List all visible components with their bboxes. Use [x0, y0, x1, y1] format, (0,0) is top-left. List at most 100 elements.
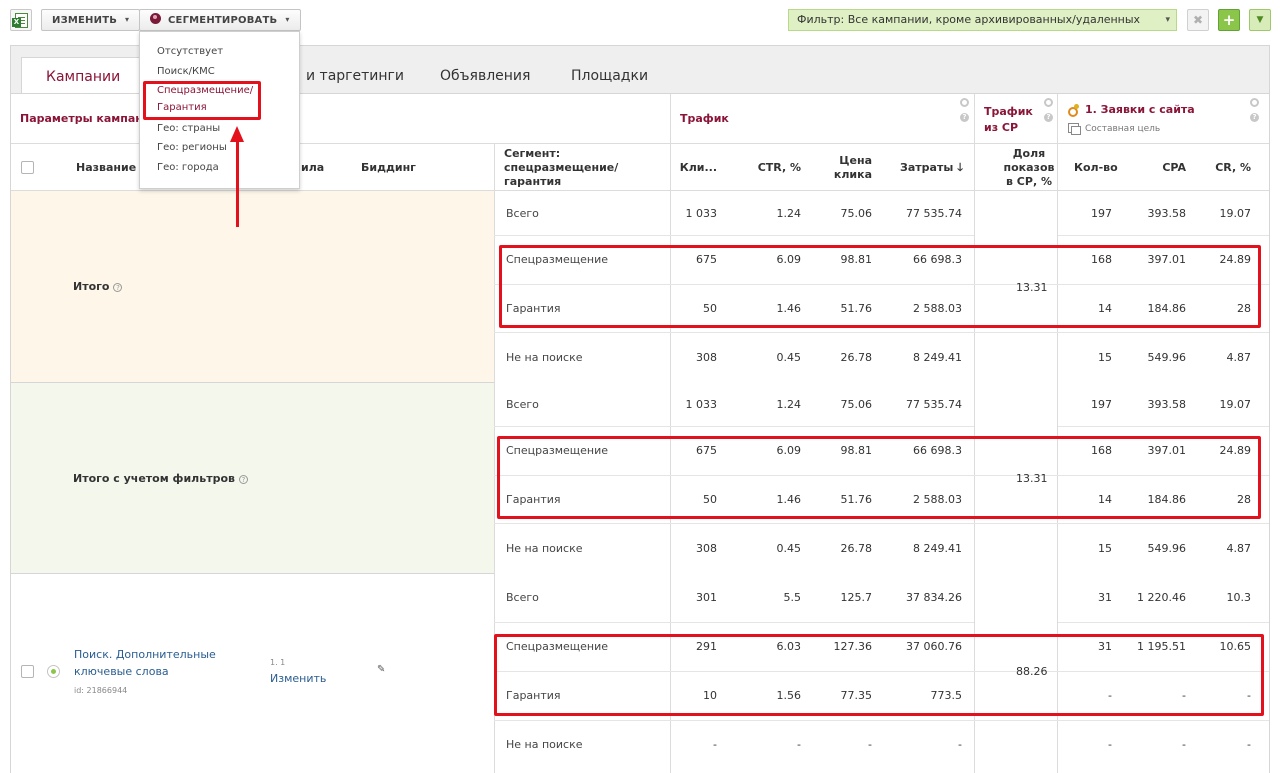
goal-group-title: 1. Заявки с сайта [1085, 103, 1195, 116]
edit-button[interactable]: ИЗМЕНИТЬ ▾ [41, 9, 141, 31]
campaign-name-line1: Поиск. Дополнительные [74, 648, 216, 661]
col-ctr[interactable]: CTR, % [731, 161, 801, 175]
divider [494, 235, 974, 236]
cpc-cell: - [868, 738, 872, 751]
sp-traffic-group-title: Трафик из СР [984, 105, 1033, 134]
excel-x-icon: X [12, 18, 21, 27]
ctr-cell: 1.24 [776, 398, 802, 411]
cpa-cell: 393.58 [1147, 207, 1187, 220]
cost-cell: 37 834.26 [906, 591, 962, 604]
segment-button[interactable]: СЕГМЕНТИРОВАТЬ ▾ [139, 9, 301, 31]
cost-cell: 77 535.74 [906, 398, 962, 411]
params-group-title: Параметры кампании [20, 112, 159, 125]
clicks-cell: - [713, 738, 717, 751]
col-name[interactable]: Название [76, 161, 136, 175]
cr-cell: 4.87 [1226, 351, 1252, 364]
col-cost-label: Затраты [900, 161, 954, 174]
clicks-cell: 1 033 [685, 207, 718, 220]
ctr-cell: 5.5 [783, 591, 802, 604]
globe-icon [150, 13, 161, 24]
col-segment[interactable]: Сегмент: спецразмещение/ гарантия [504, 147, 619, 189]
count-cell: 197 [1091, 207, 1112, 220]
cr-cell: 19.07 [1219, 398, 1252, 411]
campaign-table: Параметры кампании Трафик ? Трафик из СР… [10, 93, 1270, 773]
tab-campaigns[interactable]: Кампании [21, 57, 146, 96]
ctr-cell: 0.45 [776, 542, 802, 555]
filtered-total-label-text: Итого с учетом фильтров [73, 472, 235, 485]
help-icon[interactable]: ? [238, 475, 248, 484]
segment-cell: Не на поиске [506, 738, 583, 751]
clicks-cell: 1 033 [685, 398, 718, 411]
cost-cell: 8 249.41 [913, 542, 962, 555]
total-label-text: Итого [73, 280, 110, 293]
rules-edit-link[interactable]: Изменить [270, 672, 326, 685]
col-clicks[interactable]: Кли... [671, 161, 717, 175]
cpc-cell: 75.06 [840, 207, 873, 220]
count-cell: 15 [1098, 351, 1112, 364]
help-icon[interactable]: ? [1044, 113, 1053, 122]
campaign-name-link[interactable]: Поиск. Дополнительные ключевые слова [74, 646, 216, 680]
col-bidding[interactable]: Биддинг [361, 161, 416, 175]
add-filter-button[interactable]: + [1218, 9, 1240, 31]
arrow-shaft [236, 140, 239, 227]
ctr-cell: - [797, 738, 801, 751]
divider [494, 720, 1269, 721]
help-icon[interactable]: ? [113, 283, 123, 292]
filter-menu-button[interactable]: ▼ [1249, 9, 1271, 31]
col-cost[interactable]: Затраты 🡓 [881, 161, 963, 175]
help-icon[interactable]: ? [1250, 113, 1259, 122]
help-icon[interactable]: ? [960, 113, 969, 122]
menu-item-geo-regions[interactable]: Гео: регионы [157, 139, 227, 156]
tab-placements[interactable]: Площадки [547, 57, 672, 95]
menu-item-geo-cities[interactable]: Гео: города [157, 159, 219, 176]
clicks-cell: 301 [696, 591, 717, 604]
gear-icon[interactable] [1044, 98, 1053, 107]
count-cell: 15 [1098, 542, 1112, 555]
gear-icon[interactable] [960, 98, 969, 107]
cpa-cell: 393.58 [1147, 398, 1187, 411]
divider [1058, 622, 1269, 623]
cr-cell: 19.07 [1219, 207, 1252, 220]
campaign-checkbox[interactable] [21, 665, 34, 678]
segment-button-label: СЕГМЕНТИРОВАТЬ [168, 15, 278, 26]
col-cr[interactable]: CR, % [1201, 161, 1251, 175]
divider [494, 622, 974, 623]
col-rules[interactable]: ила [301, 161, 324, 175]
filter-text: Фильтр: Все кампании, кроме архивированн… [797, 13, 1141, 26]
segment-cell: Всего [506, 207, 539, 220]
clear-filter-button[interactable]: ✖ [1187, 9, 1209, 31]
tab-targetings[interactable]: и таргетинги [282, 57, 428, 95]
tab-ads[interactable]: Объявления [416, 57, 554, 95]
col-cpc[interactable]: Цена клика [826, 154, 872, 182]
menu-item-search-network[interactable]: Поиск/КМС [157, 63, 215, 80]
clicks-cell: 308 [696, 351, 717, 364]
pencil-icon[interactable]: ✎ [377, 664, 385, 675]
col-sp-share[interactable]: Доля показов в СР, % [999, 147, 1059, 189]
menu-item-geo-countries[interactable]: Гео: страны [157, 120, 220, 137]
campaign-name-line2: ключевые слова [74, 665, 169, 678]
campaign-status-icon[interactable] [47, 665, 60, 678]
segment-cell: Всего [506, 591, 539, 604]
highlight-box [143, 81, 261, 120]
goal-icon [1068, 104, 1079, 117]
cpc-cell: 26.78 [840, 351, 873, 364]
chevron-down-icon: ▾ [285, 15, 290, 24]
segment-cell: Всего [506, 398, 539, 411]
cpa-cell: 549.96 [1147, 542, 1187, 555]
cr-cell: 10.3 [1226, 591, 1252, 604]
cr-cell: - [1247, 738, 1251, 751]
cr-cell: 4.87 [1226, 542, 1252, 555]
traffic-group-title: Трафик [680, 112, 729, 125]
divider [1058, 426, 1269, 427]
excel-export-button[interactable]: X [10, 9, 32, 31]
select-all-checkbox[interactable] [21, 161, 34, 174]
cost-cell: 8 249.41 [913, 351, 962, 364]
col-count[interactable]: Кол-во [1074, 161, 1118, 175]
menu-item-none[interactable]: Отсутствует [157, 43, 223, 60]
segment-cell: Не на поиске [506, 351, 583, 364]
col-cpa[interactable]: CPA [1141, 161, 1186, 175]
highlight-box [494, 634, 1264, 716]
filter-select[interactable]: Фильтр: Все кампании, кроме архивированн… [788, 9, 1177, 31]
gear-icon[interactable] [1250, 98, 1259, 107]
cpa-cell: 1 220.46 [1137, 591, 1186, 604]
